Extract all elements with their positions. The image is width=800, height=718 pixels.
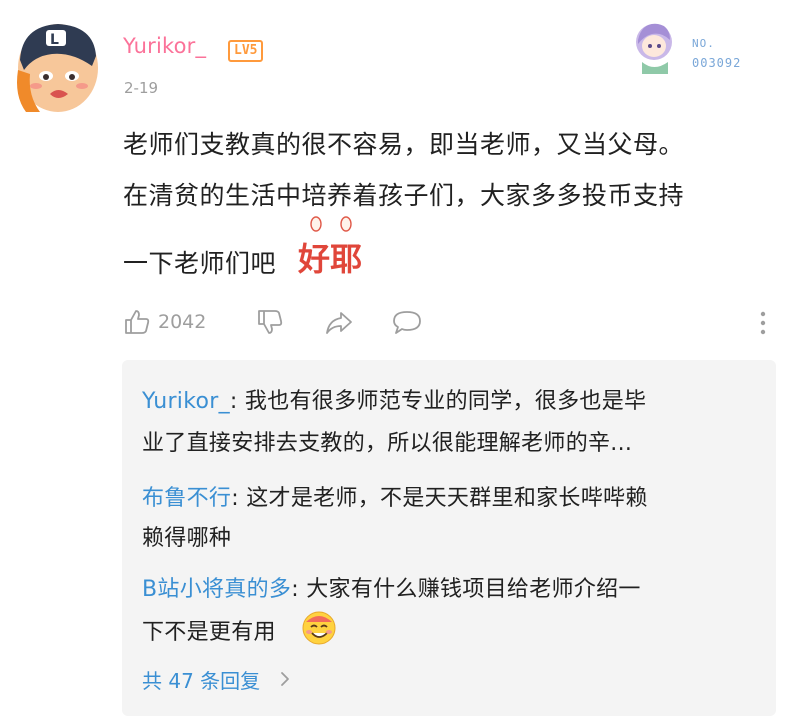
reply-separator: :: [231, 486, 247, 511]
reply-item[interactable]: Yurikor_: 我也有很多师范专业的同学，很多也是毕: [142, 383, 646, 415]
comment-text-line: 一下老师们吧: [123, 249, 277, 278]
reply-text-continued: 赖得哪种: [142, 526, 232, 551]
share-icon[interactable]: [324, 308, 354, 336]
chevron-right-icon[interactable]: [279, 669, 291, 689]
smile-emoji-icon: [302, 611, 336, 645]
svg-text:L: L: [50, 32, 59, 48]
dislike-icon[interactable]: [256, 308, 284, 336]
reply-author[interactable]: Yurikor_: [142, 389, 230, 414]
like-icon[interactable]: [123, 308, 151, 336]
fan-badge-number: 003092: [692, 56, 742, 70]
reply-author[interactable]: 布鲁不行: [142, 486, 231, 511]
reply-text: 大家有什么赚钱项目给老师介绍一: [306, 577, 641, 602]
reply-icon[interactable]: [391, 308, 423, 336]
reply-separator: :: [291, 577, 307, 602]
reply-text-continued: 业了直接安排去支教的，所以很能理解老师的辛...: [142, 431, 633, 456]
haoye-emote-icon: 好耶: [297, 216, 362, 278]
reply-author[interactable]: B站小将真的多: [142, 577, 291, 602]
level-badge: LV5: [228, 40, 264, 62]
view-more-replies-link[interactable]: 共 47 条回复: [142, 665, 260, 694]
reply-item[interactable]: 布鲁不行: 这才是老师，不是天天群里和家长哔哔赖: [142, 480, 648, 512]
like-count: 2042: [158, 311, 207, 333]
haoye-emote-text: 好耶: [297, 240, 362, 278]
comment-date: 2-19: [124, 79, 159, 97]
reply-text: 这才是老师，不是天天群里和家长哔哔赖: [246, 486, 648, 511]
reply-separator: :: [229, 389, 245, 414]
more-vertical-icon[interactable]: [756, 308, 770, 338]
comment-text-line: 老师们支教真的很不容易，即当老师，又当父母。: [123, 130, 685, 159]
avatar[interactable]: L: [12, 16, 104, 116]
reply-text-continued: 下不是更有用: [142, 620, 276, 645]
fan-badge-label: NO.: [692, 37, 715, 50]
reply-text: 我也有很多师范专业的同学，很多也是毕: [244, 389, 647, 414]
comment-text-line: 在清贫的生活中培养着孩子们，大家多多投币支持: [123, 181, 685, 210]
reply-item[interactable]: B站小将真的多: 大家有什么赚钱项目给老师介绍一: [142, 571, 641, 603]
username[interactable]: Yurikor_: [123, 34, 206, 58]
